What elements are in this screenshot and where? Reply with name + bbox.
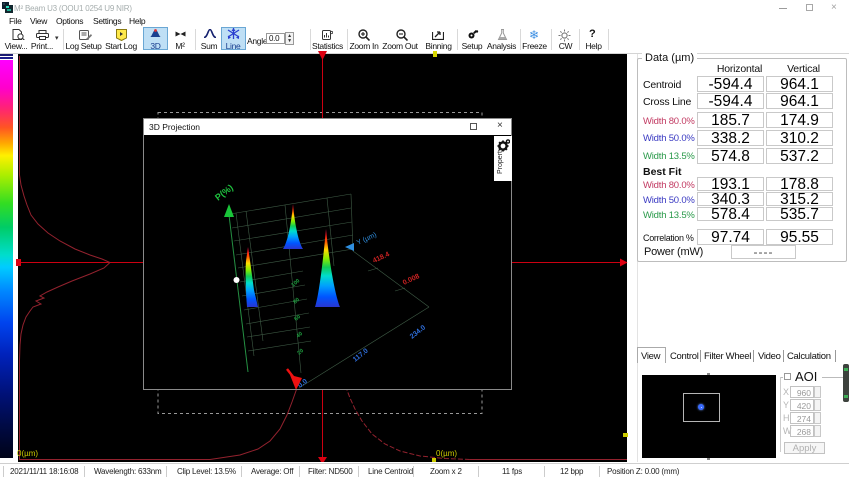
svg-text:Y (µm): Y (µm) — [356, 232, 378, 247]
svg-text:117.0: 117.0 — [352, 347, 370, 363]
svg-text:234.0: 234.0 — [409, 324, 427, 340]
svg-text:P(%): P(%) — [213, 182, 235, 202]
svg-text:0.008: 0.008 — [402, 273, 421, 287]
svg-text:40: 40 — [295, 331, 304, 340]
svg-text:20: 20 — [296, 348, 305, 357]
svg-text:0(µm): 0(µm) — [436, 449, 457, 458]
svg-text:0(µm): 0(µm) — [17, 449, 38, 458]
svg-text:418.4: 418.4 — [372, 251, 391, 265]
